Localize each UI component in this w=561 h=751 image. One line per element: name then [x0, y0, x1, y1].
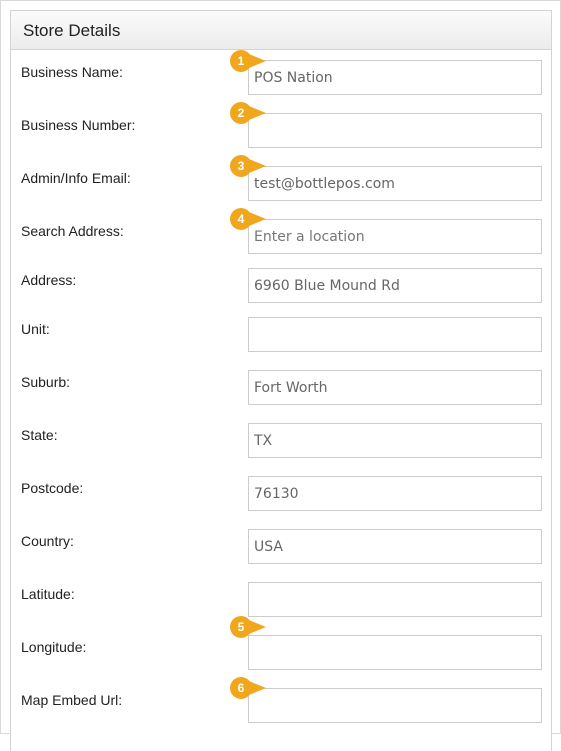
- business-number-input[interactable]: [249, 114, 541, 147]
- latitude-input[interactable]: [249, 583, 541, 616]
- country-field: [248, 529, 542, 564]
- suburb-field: [248, 370, 542, 405]
- map-embed-url-label: Map Embed Url:: [21, 692, 123, 708]
- business-name-field: [248, 60, 542, 95]
- business-number-label: Business Number:: [21, 117, 136, 133]
- longitude-input[interactable]: [249, 636, 541, 669]
- callout-number: 1: [230, 50, 252, 72]
- search-address-label: Search Address:: [21, 223, 124, 239]
- callout-number: 4: [230, 208, 252, 230]
- suburb-input[interactable]: [249, 371, 541, 404]
- state-field: [248, 423, 542, 458]
- admin-email-input[interactable]: [249, 167, 541, 200]
- callout-number: 2: [230, 102, 252, 124]
- business-name-label: Business Name:: [21, 64, 123, 80]
- business-number-field: [248, 113, 542, 148]
- latitude-label: Latitude:: [21, 586, 75, 602]
- unit-label: Unit:: [21, 321, 50, 337]
- unit-field: [248, 317, 542, 352]
- state-input[interactable]: [249, 424, 541, 457]
- business-name-input[interactable]: [249, 61, 541, 94]
- search-address-field: [248, 219, 542, 254]
- address-input[interactable]: [249, 269, 541, 302]
- callout-number: 6: [230, 677, 252, 699]
- address-label: Address:: [21, 272, 77, 288]
- country-label: Country:: [21, 533, 74, 549]
- country-input[interactable]: [249, 530, 541, 563]
- longitude-label: Longitude:: [21, 639, 87, 655]
- state-label: State:: [21, 427, 58, 443]
- admin-email-label: Admin/Info Email:: [21, 170, 131, 186]
- postcode-input[interactable]: [249, 477, 541, 510]
- map-embed-url-field: [248, 688, 542, 723]
- map-embed-url-input[interactable]: [249, 689, 541, 722]
- panel-header: Store Details: [11, 11, 551, 50]
- suburb-label: Suburb:: [21, 374, 71, 390]
- panel-title: Store Details: [23, 21, 121, 40]
- address-field: [248, 268, 542, 303]
- longitude-field: [248, 635, 542, 670]
- callout-number: 3: [230, 155, 252, 177]
- postcode-label: Postcode:: [21, 480, 84, 496]
- postcode-field: [248, 476, 542, 511]
- callout-number: 5: [230, 616, 252, 638]
- search-address-input[interactable]: [249, 220, 541, 253]
- admin-email-field: [248, 166, 542, 201]
- latitude-field: [248, 582, 542, 617]
- unit-input[interactable]: [249, 318, 541, 351]
